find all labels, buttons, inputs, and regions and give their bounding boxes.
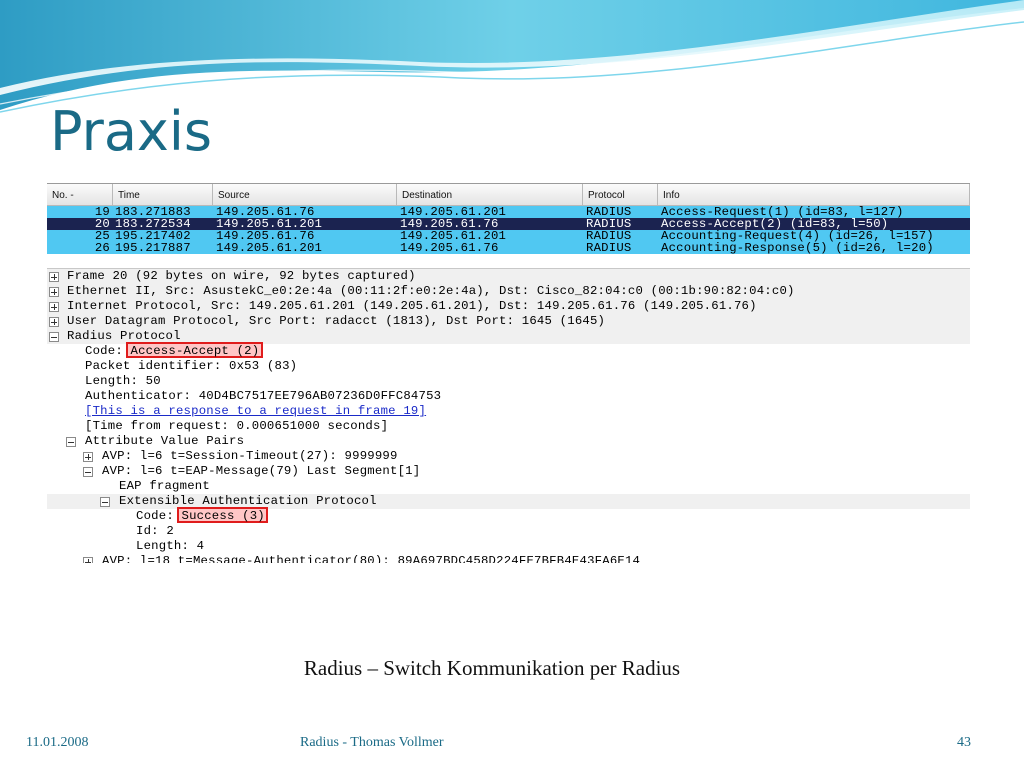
tree-row-label: EAP fragment <box>119 479 210 493</box>
packet-protocol: RADIUS <box>586 230 632 242</box>
page-number: 43 <box>957 735 971 750</box>
tree-row-label: User Datagram Protocol, Src Port: radacc… <box>67 314 606 328</box>
code-value-highlight: Access-Accept (2) <box>130 344 260 358</box>
tree-row-label: Code: Success (3) <box>136 509 265 523</box>
tree-row-label: Internet Protocol, Src: 149.205.61.201 (… <box>67 299 757 313</box>
column-header-destination[interactable]: Destination <box>397 184 583 206</box>
tree-row[interactable]: Authenticator: 40D4BC7517EE796AB07236D0F… <box>47 389 970 404</box>
slide-caption: Radius – Switch Kommunikation per Radius <box>303 656 681 680</box>
tree-row-label: Id: 2 <box>136 524 174 538</box>
tree-row[interactable]: [This is a response to a request in fram… <box>47 404 970 419</box>
tree-row[interactable]: Packet identifier: 0x53 (83) <box>47 359 970 374</box>
packet-time: 195.217887 <box>115 242 191 254</box>
tree-row-label: Authenticator: 40D4BC7517EE796AB07236D0F… <box>85 389 442 403</box>
wireshark-screenshot: No. - Time Source Destination Protocol I… <box>47 183 970 563</box>
tree-row-label: Ethernet II, Src: AsustekC_e0:2e:4a (00:… <box>67 284 795 298</box>
column-header-protocol[interactable]: Protocol <box>583 184 658 206</box>
tree-row-label: AVP: l=18 t=Message-Authenticator(80): 8… <box>102 554 641 563</box>
packet-source: 149.205.61.201 <box>216 242 323 254</box>
tree-row[interactable]: Internet Protocol, Src: 149.205.61.201 (… <box>47 299 970 314</box>
packet-row[interactable]: 25 195.217402 149.205.61.76 149.205.61.201 R… <box>47 230 970 242</box>
tree-row[interactable]: Code: Access-Accept (2) <box>47 342 970 359</box>
packet-info: Accounting-Response(5) (id=26, l=20) <box>661 242 934 254</box>
expand-plus-icon[interactable] <box>49 302 59 312</box>
packet-time: 183.271883 <box>115 206 191 218</box>
tree-row-label: Attribute Value Pairs <box>85 434 245 448</box>
packet-detail-tree: Frame 20 (92 bytes on wire, 92 bytes cap… <box>47 269 970 563</box>
packet-protocol: RADIUS <box>586 242 632 254</box>
collapse-minus-icon[interactable] <box>66 437 76 447</box>
tree-row-label: Code: Access-Accept (2) <box>85 344 260 358</box>
tree-row[interactable]: User Datagram Protocol, Src Port: radacc… <box>47 314 970 329</box>
packet-destination: 149.205.61.201 <box>400 230 507 242</box>
tree-row[interactable]: AVP: l=6 t=EAP-Message(79) Last Segment[… <box>47 464 970 479</box>
frame-link[interactable]: [This is a response to a request in fram… <box>85 404 426 419</box>
packet-time: 195.217402 <box>115 230 191 242</box>
packet-info: Accounting-Request(4) (id=26, l=157) <box>661 230 934 242</box>
tree-row[interactable]: AVP: l=6 t=Session-Timeout(27): 9999999 <box>47 449 970 464</box>
packet-info: Access-Accept(2) (id=83, l=50) <box>661 218 889 230</box>
footer-date: 11.01.2008 <box>26 735 89 750</box>
packet-no: 20 <box>94 218 110 230</box>
tree-row[interactable]: Length: 50 <box>47 374 970 389</box>
column-header-time[interactable]: Time <box>113 184 213 206</box>
packet-list: 19 183.271883 149.205.61.76 149.205.61.201 R… <box>47 206 970 254</box>
packet-info: Access-Request(1) (id=83, l=127) <box>661 206 904 218</box>
column-header-source[interactable]: Source <box>213 184 397 206</box>
packet-time: 183.272534 <box>115 218 191 230</box>
tree-row-label: Length: 4 <box>136 539 205 553</box>
tree-row-label: AVP: l=6 t=Session-Timeout(27): 9999999 <box>102 449 398 463</box>
slide-title: Praxis <box>50 100 212 163</box>
tree-row-label: Length: 50 <box>85 374 161 388</box>
packet-source: 149.205.61.76 <box>216 230 315 242</box>
tree-row[interactable]: Id: 2 <box>47 524 970 539</box>
column-header-no[interactable]: No. - <box>47 184 113 206</box>
tree-row[interactable]: [Time from request: 0.000651000 seconds] <box>47 419 970 434</box>
packet-no: 25 <box>94 230 110 242</box>
packet-destination: 149.205.61.76 <box>400 218 499 230</box>
collapse-minus-icon[interactable] <box>100 497 110 507</box>
column-header-info[interactable]: Info <box>658 184 970 206</box>
packet-protocol: RADIUS <box>586 206 632 218</box>
expand-plus-icon[interactable] <box>49 287 59 297</box>
tree-row[interactable]: Ethernet II, Src: AsustekC_e0:2e:4a (00:… <box>47 284 970 299</box>
expand-plus-icon[interactable] <box>83 452 93 462</box>
packet-no: 26 <box>94 242 110 254</box>
packet-no: 19 <box>94 206 110 218</box>
tree-row[interactable]: AVP: l=18 t=Message-Authenticator(80): 8… <box>47 554 970 563</box>
packet-protocol: RADIUS <box>586 218 632 230</box>
tree-row[interactable]: Code: Success (3) <box>47 507 970 524</box>
packet-source: 149.205.61.201 <box>216 218 323 230</box>
packet-row-selected[interactable]: 20 183.272534 149.205.61.201 149.205.61.76 R… <box>47 218 970 230</box>
footer-title: Radius - Thomas Vollmer <box>300 735 444 750</box>
tree-row[interactable]: Attribute Value Pairs <box>47 434 970 449</box>
expand-plus-icon[interactable] <box>49 317 59 327</box>
tree-row-label: [Time from request: 0.000651000 seconds] <box>85 419 389 433</box>
eap-code-value-highlight: Success (3) <box>181 509 265 523</box>
packet-row[interactable]: 26 195.217887 149.205.61.201 149.205.61.76 R… <box>47 242 970 254</box>
pane-divider[interactable] <box>47 254 970 269</box>
tree-row-label: Packet identifier: 0x53 (83) <box>85 359 298 373</box>
packet-destination: 149.205.61.76 <box>400 242 499 254</box>
packet-source: 149.205.61.76 <box>216 206 315 218</box>
tree-row[interactable]: EAP fragment <box>47 479 970 494</box>
expand-plus-icon[interactable] <box>83 557 93 563</box>
tree-row-label: Frame 20 (92 bytes on wire, 92 bytes cap… <box>67 269 416 283</box>
tree-row-label: AVP: l=6 t=EAP-Message(79) Last Segment[… <box>102 464 421 478</box>
packet-destination: 149.205.61.201 <box>400 206 507 218</box>
packet-row[interactable]: 19 183.271883 149.205.61.76 149.205.61.201 R… <box>47 206 970 218</box>
packet-list-header: No. - Time Source Destination Protocol I… <box>47 183 970 206</box>
collapse-minus-icon[interactable] <box>49 332 59 342</box>
tree-row[interactable]: Length: 4 <box>47 539 970 554</box>
expand-plus-icon[interactable] <box>49 272 59 282</box>
collapse-minus-icon[interactable] <box>83 467 93 477</box>
tree-row[interactable]: Frame 20 (92 bytes on wire, 92 bytes cap… <box>47 269 970 284</box>
